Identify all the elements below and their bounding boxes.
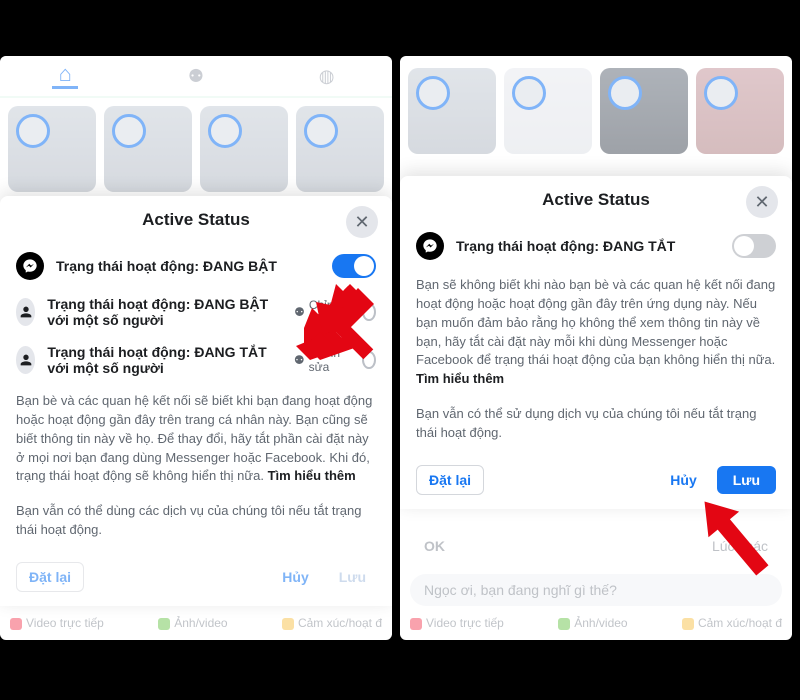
radio-off-some[interactable] [362, 351, 376, 369]
friends-small-icon: ⚉ [294, 353, 305, 367]
edit-label: Chỉnh sửa [309, 298, 343, 326]
panel-right: OK Lúc khác Ngọc ơi, bạn đang nghĩ gì th… [400, 56, 792, 640]
home-icon[interactable] [52, 63, 78, 89]
description-1: Bạn bè và các quan hệ kết nối sẽ biết kh… [0, 384, 392, 494]
description-1: Bạn sẽ không biết khi nào bạn bè và các … [400, 268, 792, 397]
description-2: Bạn vẫn có thể dùng các dịch vụ của chún… [0, 494, 392, 548]
panel-left: Ngọc ơi, bạn đang nghĩ gì thế? Video trự… [0, 56, 392, 640]
modal-actions: Đặt lại Hủy Lưu [0, 548, 392, 592]
live-video-button[interactable]: Video trực tiếp [10, 616, 104, 630]
close-button[interactable]: ✕ [746, 186, 778, 218]
save-button[interactable]: Lưu [717, 466, 776, 494]
confirm-later-button[interactable]: Lúc khác [712, 538, 768, 554]
feeling-activity-button[interactable]: Cảm xúc/hoạt đ [282, 616, 382, 630]
people-icon [16, 298, 35, 326]
main-toggle-row[interactable]: Trạng thái hoạt động: ĐANG BẬT [0, 244, 392, 288]
cancel-button[interactable]: Hủy [660, 466, 706, 494]
feeling-activity-button[interactable]: Cảm xúc/hoạt đ [682, 616, 782, 630]
option-on-some-label: Trạng thái hoạt động: ĐANG BẬT với một s… [47, 296, 282, 328]
main-toggle[interactable] [332, 254, 376, 278]
composer: Ngọc ơi, bạn đang nghĩ gì thế? Video trự… [400, 564, 792, 640]
modal-title: Active Status [142, 210, 250, 230]
marketplace-icon[interactable] [314, 63, 340, 89]
top-nav [0, 56, 392, 98]
close-button[interactable]: ✕ [346, 206, 378, 238]
messenger-icon [16, 252, 44, 280]
close-icon: ✕ [754, 192, 769, 213]
close-icon: ✕ [354, 212, 369, 233]
story-tile[interactable] [600, 68, 688, 154]
cancel-button[interactable]: Hủy [272, 563, 318, 591]
composer-input[interactable]: Ngọc ơi, bạn đang nghĩ gì thế? [410, 574, 782, 606]
story-row [400, 56, 792, 162]
friends-icon[interactable] [183, 63, 209, 89]
reset-button[interactable]: Đặt lại [416, 465, 484, 495]
option-on-some-row[interactable]: Trạng thái hoạt động: ĐANG BẬT với một s… [0, 288, 392, 336]
story-row [0, 98, 392, 200]
confirm-bar: OK Lúc khác [400, 530, 792, 562]
story-tile[interactable] [200, 106, 288, 192]
edit-off-some-button[interactable]: ⚉ Chỉnh sửa [294, 346, 342, 374]
messenger-icon [416, 232, 444, 260]
photo-video-button[interactable]: Ảnh/video [558, 616, 627, 630]
friends-small-icon: ⚉ [294, 305, 305, 319]
story-tile[interactable] [696, 68, 784, 154]
story-tile[interactable] [408, 68, 496, 154]
composer-actions: Video trực tiếp Ảnh/video Cảm xúc/hoạt đ [10, 616, 382, 630]
modal-header: Active Status ✕ [0, 196, 392, 244]
edit-on-some-button[interactable]: ⚉ Chỉnh sửa [294, 298, 342, 326]
people-icon [16, 346, 35, 374]
main-toggle-row[interactable]: Trạng thái hoạt động: ĐANG TẮT [400, 224, 792, 268]
story-tile[interactable] [104, 106, 192, 192]
learn-more-link[interactable]: Tìm hiểu thêm [268, 468, 356, 483]
active-status-modal: Active Status ✕ Trạng thái hoạt động: ĐA… [0, 196, 392, 606]
reset-button[interactable]: Đặt lại [16, 562, 84, 592]
save-button[interactable]: Lưu [329, 563, 376, 591]
main-toggle-label: Trạng thái hoạt động: ĐANG BẬT [56, 257, 320, 275]
confirm-ok-button[interactable]: OK [424, 538, 445, 554]
story-tile[interactable] [8, 106, 96, 192]
description-2: Bạn vẫn có thể sử dụng dịch vụ của chúng… [400, 397, 792, 451]
active-status-modal: Active Status ✕ Trạng thái hoạt động: ĐA… [400, 176, 792, 509]
main-toggle[interactable] [732, 234, 776, 258]
modal-header: Active Status ✕ [400, 176, 792, 224]
radio-on-some[interactable] [362, 303, 376, 321]
modal-title: Active Status [542, 190, 650, 210]
edit-label: Chỉnh sửa [309, 346, 343, 374]
desc-text: Bạn sẽ không biết khi nào bạn bè và các … [416, 277, 775, 367]
composer-actions: Video trực tiếp Ảnh/video Cảm xúc/hoạt đ [410, 616, 782, 630]
modal-actions: Đặt lại Hủy Lưu [400, 451, 792, 495]
main-toggle-label: Trạng thái hoạt động: ĐANG TẮT [456, 237, 720, 255]
story-tile[interactable] [296, 106, 384, 192]
live-video-button[interactable]: Video trực tiếp [410, 616, 504, 630]
story-tile[interactable] [504, 68, 592, 154]
option-off-some-label: Trạng thái hoạt động: ĐANG TẮT với một s… [47, 344, 282, 376]
option-off-some-row[interactable]: Trạng thái hoạt động: ĐANG TẮT với một s… [0, 336, 392, 384]
learn-more-link[interactable]: Tìm hiểu thêm [416, 371, 504, 386]
photo-video-button[interactable]: Ảnh/video [158, 616, 227, 630]
